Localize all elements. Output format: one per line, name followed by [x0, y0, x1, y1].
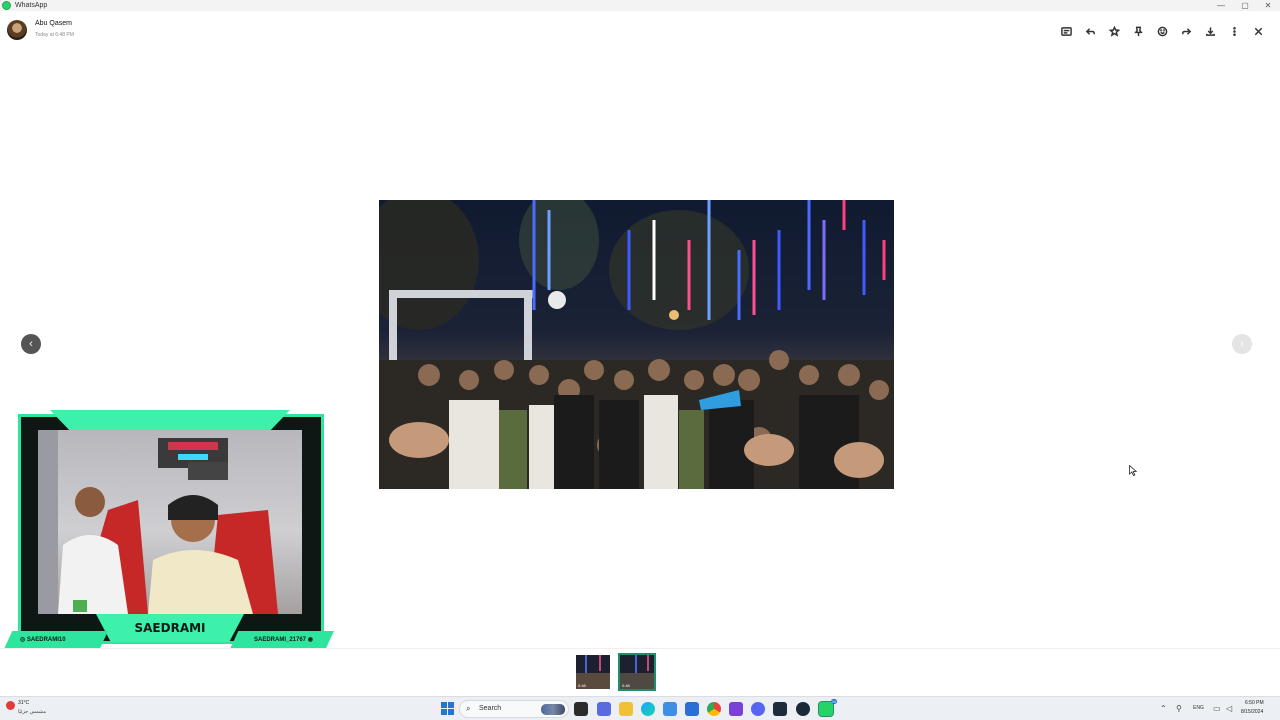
mouse-cursor-icon: [1129, 465, 1137, 476]
media-viewer-header: Abu Qasem Today at 6:48 PM: [0, 14, 1280, 48]
teams-icon[interactable]: [597, 702, 611, 716]
streamer-name: SAEDRAMI: [96, 614, 244, 642]
whatsapp-taskbar-icon[interactable]: 20: [818, 699, 837, 717]
instagram-handle: ◎ SAEDRAMI10: [4, 631, 108, 649]
reply-icon: [1085, 27, 1095, 35]
instagram-icon: ◎: [20, 637, 27, 643]
whatsapp-icon: [2, 1, 11, 10]
forward-icon: [1181, 27, 1191, 35]
clock-date[interactable]: 8/15/2024: [1241, 709, 1263, 715]
thumbnail-duration: 0:48: [578, 683, 586, 688]
thumbnail-duration: 0:48: [622, 683, 630, 688]
chrome-icon[interactable]: [707, 702, 721, 716]
caption-icon: [1060, 26, 1072, 36]
edge-icon[interactable]: [641, 702, 655, 716]
discord-taskbar-icon[interactable]: [751, 702, 765, 716]
close-viewer-button[interactable]: [1246, 22, 1270, 40]
stream-webcam-overlay: SAEDRAMI ◎ SAEDRAMI10 SAEDRAMI_21767 ◉: [4, 408, 334, 652]
media-thumbnail-active[interactable]: 0:48: [618, 653, 656, 691]
taskbar-search[interactable]: ⌕ Search: [459, 700, 569, 718]
discord-handle: SAEDRAMI_21767 ◉: [230, 631, 334, 649]
discord-icon: ◉: [306, 637, 313, 643]
language-indicator[interactable]: ENG: [1193, 705, 1204, 711]
weather-icon[interactable]: [6, 701, 15, 710]
search-label: Search: [479, 705, 502, 712]
window-titlebar: WhatsApp — ▢ ✕: [0, 0, 1280, 11]
next-media-button[interactable]: ›: [1232, 334, 1252, 354]
steam-icon[interactable]: [796, 702, 810, 716]
windows-start-button[interactable]: [441, 702, 454, 715]
sender-name: Abu Qasem: [35, 20, 72, 27]
notification-badge: 20: [830, 699, 837, 704]
minimize-button[interactable]: —: [1210, 0, 1232, 11]
clock-time[interactable]: 6:50 PM: [1245, 700, 1264, 706]
pin-icon: [1133, 26, 1143, 36]
avatar[interactable]: [7, 20, 27, 40]
windows-taskbar: 31°C مشمس جزئيًا ⌕ Search 20 ⌃ ⚲ ENG ▭ ◁…: [0, 696, 1280, 720]
search-highlight-image: [541, 704, 565, 715]
webcam-feed: [38, 430, 302, 614]
reply-button[interactable]: [1078, 22, 1102, 40]
chevron-right-icon: ›: [1240, 338, 1244, 350]
photos-icon[interactable]: [663, 702, 677, 716]
maximize-button[interactable]: ▢: [1234, 0, 1256, 11]
video-frame-scene: [379, 200, 894, 489]
volume-icon[interactable]: ◁: [1226, 704, 1232, 714]
forward-button[interactable]: [1174, 22, 1198, 40]
task-view-icon[interactable]: [574, 702, 588, 716]
window-close-button[interactable]: ✕: [1257, 0, 1279, 11]
terminal-icon[interactable]: [773, 702, 787, 716]
network-icon[interactable]: ▭: [1213, 704, 1221, 714]
chevron-left-icon: ‹: [29, 338, 33, 350]
previous-media-button[interactable]: ‹: [21, 334, 41, 354]
microphone-icon[interactable]: ⚲: [1176, 704, 1182, 714]
media-thumbnail-strip: 0:48 0:48: [0, 648, 1280, 692]
download-icon: [1205, 26, 1215, 36]
app-title: WhatsApp: [15, 2, 48, 9]
media-video[interactable]: [379, 200, 894, 489]
overlay-top-bar: [50, 410, 290, 430]
react-icon: [1157, 26, 1167, 36]
more-icon: [1232, 26, 1236, 36]
chevron-up-icon[interactable]: ⌃: [1160, 704, 1167, 714]
more-button[interactable]: [1222, 22, 1246, 40]
download-button[interactable]: [1198, 22, 1222, 40]
react-button[interactable]: [1150, 22, 1174, 40]
media-thumbnail[interactable]: 0:48: [576, 655, 610, 689]
weather-temperature[interactable]: 31°C: [18, 700, 29, 706]
close-icon: [1254, 27, 1262, 35]
weather-description[interactable]: مشمس جزئيًا: [18, 709, 46, 715]
store-icon[interactable]: [685, 702, 699, 716]
webcam-scene: [38, 430, 278, 614]
viewer-toolbar: [1054, 22, 1270, 40]
pin-button[interactable]: [1126, 22, 1150, 40]
search-icon: ⌕: [466, 704, 471, 713]
caption-button[interactable]: [1054, 22, 1078, 40]
message-timestamp: Today at 6:48 PM: [35, 32, 74, 38]
app-icon-purple[interactable]: [729, 702, 743, 716]
file-explorer-icon[interactable]: [619, 702, 633, 716]
star-button[interactable]: [1102, 22, 1126, 40]
star-icon: [1108, 25, 1120, 37]
